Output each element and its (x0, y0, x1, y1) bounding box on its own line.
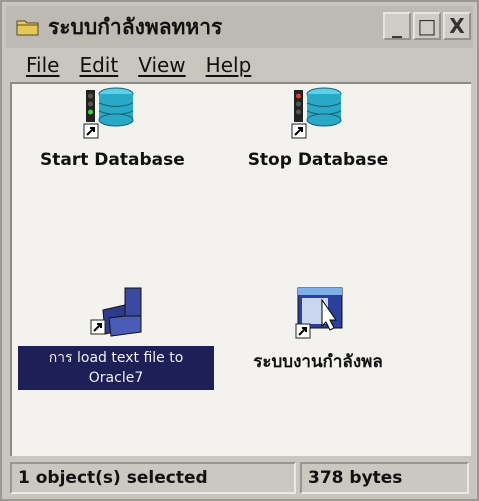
minimize-icon: _ (392, 14, 402, 38)
minimize-button[interactable]: _ (383, 12, 411, 40)
start-database-label: Start Database (40, 150, 185, 170)
load-text-file-label: การ load text file to Oracle7 (18, 346, 214, 390)
folder-icon (16, 20, 39, 36)
menu-file[interactable]: File (26, 53, 59, 77)
close-icon: X (449, 14, 465, 38)
data-loader-icon (90, 287, 142, 337)
selection-status: 1 object(s) selected (10, 462, 296, 494)
status-bar: 1 object(s) selected 378 bytes (6, 458, 473, 498)
menu-bar: File Edit View Help (6, 50, 473, 80)
explorer-window: ระบบกำลังพลทหาร _ □ X File Edit View Hel… (0, 0, 479, 501)
window-controls: _ □ X (383, 12, 471, 40)
start-database-shortcut[interactable]: Start Database (40, 86, 185, 170)
load-text-file-shortcut[interactable]: การ load text file to Oracle7 (18, 284, 214, 390)
menu-help[interactable]: Help (206, 53, 252, 77)
close-button[interactable]: X (443, 12, 471, 40)
maximize-icon: □ (417, 14, 437, 38)
stop-database-label: Stop Database (247, 150, 389, 170)
personnel-system-shortcut[interactable]: ระบบงานกำลังพล (238, 284, 398, 375)
database-icon (83, 87, 134, 139)
title-bar[interactable]: ระบบกำลังพลทหาร _ □ X (6, 6, 473, 48)
menu-edit[interactable]: Edit (79, 53, 118, 77)
stop-database-shortcut[interactable]: Stop Database (238, 86, 398, 170)
application-window-icon (295, 287, 343, 339)
menu-view[interactable]: View (138, 53, 185, 77)
maximize-button[interactable]: □ (413, 12, 441, 40)
database-icon (291, 87, 342, 139)
icon-view: Start Database Stop Database การ load te… (10, 82, 471, 456)
window-title: ระบบกำลังพลทหาร (48, 14, 223, 39)
personnel-system-label: ระบบงานกำลังพล (253, 352, 383, 372)
size-status: 378 bytes (300, 462, 469, 494)
